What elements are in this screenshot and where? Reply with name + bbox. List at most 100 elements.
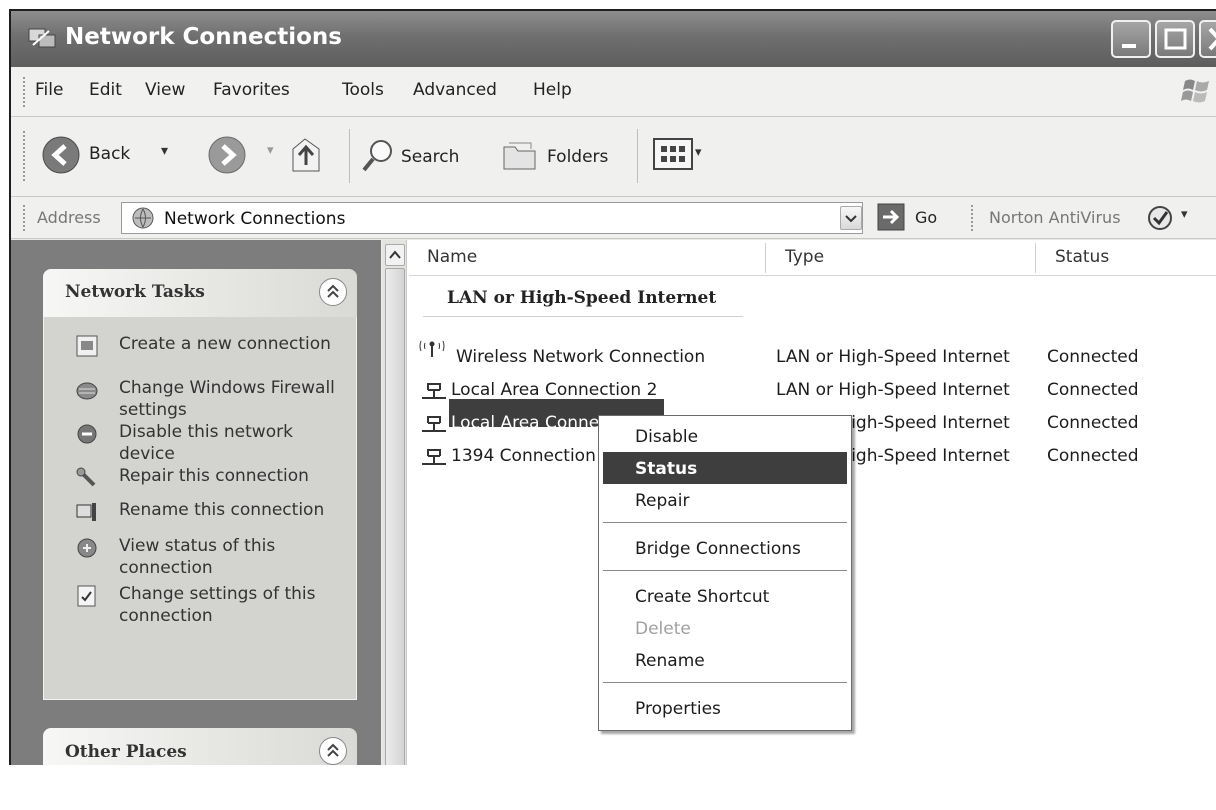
column-header-name[interactable]: Name xyxy=(427,247,477,267)
menu-edit[interactable]: Edit xyxy=(89,80,122,100)
menu-item-repair[interactable]: Repair xyxy=(599,484,851,516)
menu-item-label: Delete xyxy=(635,619,691,639)
minimize-button[interactable] xyxy=(1111,20,1151,58)
maximize-button[interactable] xyxy=(1155,20,1195,58)
menu-separator xyxy=(603,682,847,683)
toolbar-separator xyxy=(349,129,350,183)
column-header-type[interactable]: Type xyxy=(785,247,824,267)
address-bar: Address Network Connections Go Norton An… xyxy=(11,197,1216,239)
menu-favorites[interactable]: Favorites xyxy=(213,80,290,100)
network-tasks-header[interactable]: Network Tasks xyxy=(43,269,357,317)
task-label: Change settings of this connection xyxy=(119,584,316,626)
row-status: Connected xyxy=(1047,413,1139,433)
back-arrow-icon xyxy=(42,136,80,174)
lan-icon xyxy=(422,416,446,432)
title-bar[interactable]: Network Connections xyxy=(11,11,1216,67)
network-tasks-title: Network Tasks xyxy=(65,282,205,302)
menu-bar: File Edit View Favorites Tools Advanced … xyxy=(11,67,1216,117)
context-menu: Disable Status Repair Bridge Connections… xyxy=(598,415,852,731)
chevron-down-icon xyxy=(845,215,857,223)
windows-logo-icon xyxy=(1181,79,1209,103)
go-button[interactable]: Go xyxy=(877,203,953,233)
views-button[interactable]: ▾ xyxy=(653,137,713,175)
menu-item-label: Bridge Connections xyxy=(635,539,801,559)
chevron-up-double-icon xyxy=(327,743,339,757)
close-button[interactable] xyxy=(1199,20,1216,58)
rename-icon xyxy=(76,503,96,521)
new-connection-icon xyxy=(76,335,98,357)
chevron-up-double-icon xyxy=(327,284,339,298)
row-name: 1394 Connection xyxy=(451,446,596,466)
task-label: Rename this connection xyxy=(119,500,325,520)
menu-item-label: Properties xyxy=(635,699,721,719)
menu-help[interactable]: Help xyxy=(533,80,572,100)
vertical-scrollbar[interactable] xyxy=(383,240,407,765)
norton-antivirus-label[interactable]: Norton AntiVirus xyxy=(989,208,1121,227)
norton-dropdown-icon[interactable]: ▾ xyxy=(1181,207,1188,222)
chevron-up-icon xyxy=(389,250,401,259)
back-button[interactable]: Back ▾ xyxy=(39,133,199,179)
menu-item-label: Repair xyxy=(635,491,690,511)
address-value: Network Connections xyxy=(164,209,346,229)
addressbar-grip[interactable] xyxy=(23,205,26,231)
network-tasks-panel: Create a new connection Change Windows F… xyxy=(43,317,357,700)
search-label: Search xyxy=(401,147,460,167)
disable-device-icon xyxy=(77,424,97,444)
standard-toolbar: Back ▾ ▾ Search Folders ▾ xyxy=(11,117,1216,197)
menubar-grip[interactable] xyxy=(23,77,26,107)
wireless-icon xyxy=(419,340,445,357)
header-divider xyxy=(409,275,1216,276)
collapse-network-tasks-button[interactable] xyxy=(319,278,347,306)
back-dropdown-icon[interactable]: ▾ xyxy=(161,143,168,159)
row-status: Connected xyxy=(1047,380,1139,400)
menu-item-create-shortcut[interactable]: Create Shortcut xyxy=(599,580,851,612)
folders-icon xyxy=(503,142,536,170)
row-status: Connected xyxy=(1047,446,1139,466)
menu-tools[interactable]: Tools xyxy=(342,80,384,100)
go-arrow-icon xyxy=(877,203,905,231)
scrollbar-thumb[interactable] xyxy=(385,268,405,765)
back-label: Back xyxy=(89,144,131,164)
address-field[interactable]: Network Connections xyxy=(121,202,863,234)
folders-button[interactable]: Folders xyxy=(501,135,625,177)
menu-item-status[interactable]: Status xyxy=(603,452,847,484)
menu-item-disable[interactable]: Disable xyxy=(599,420,851,452)
other-places-header[interactable]: Other Places xyxy=(43,728,357,765)
task-pane: Network Tasks Create a new connection Ch… xyxy=(11,240,381,765)
menu-item-bridge-connections[interactable]: Bridge Connections xyxy=(599,532,851,564)
row-type: LAN or High-Speed Internet xyxy=(776,380,1010,400)
repair-icon xyxy=(76,467,96,487)
task-label: Change Windows Firewall settings xyxy=(119,378,335,420)
row-name: Wireless Network Connection xyxy=(456,347,706,367)
search-button[interactable]: Search xyxy=(361,135,479,177)
views-icon xyxy=(653,138,693,170)
menu-item-rename[interactable]: Rename xyxy=(599,644,851,676)
column-divider[interactable] xyxy=(1035,243,1036,273)
task-label: Disable this network device xyxy=(119,422,293,464)
menu-file[interactable]: File xyxy=(35,80,63,100)
status-icon xyxy=(77,538,97,558)
menu-item-label: Status xyxy=(635,459,698,479)
search-icon xyxy=(362,140,392,172)
column-header-status[interactable]: Status xyxy=(1055,247,1109,267)
address-dropdown-button[interactable] xyxy=(840,206,862,230)
column-divider[interactable] xyxy=(765,243,766,273)
menu-item-delete: Delete xyxy=(599,612,851,644)
menu-item-properties[interactable]: Properties xyxy=(599,692,851,724)
menu-advanced[interactable]: Advanced xyxy=(413,80,497,100)
views-dropdown-icon: ▾ xyxy=(695,145,702,160)
up-folder-button[interactable] xyxy=(289,135,327,175)
forward-dropdown-icon[interactable]: ▾ xyxy=(267,143,274,158)
settings-icon xyxy=(77,585,96,607)
norton-grip[interactable] xyxy=(971,205,974,231)
menu-item-label: Rename xyxy=(635,651,705,671)
toolbar-grip[interactable] xyxy=(23,131,26,181)
scroll-up-button[interactable] xyxy=(385,244,405,266)
menu-view[interactable]: View xyxy=(145,80,185,100)
other-places-title: Other Places xyxy=(65,742,187,762)
collapse-other-places-button[interactable] xyxy=(319,737,347,765)
task-label: Repair this connection xyxy=(119,466,309,486)
norton-antivirus-icon[interactable] xyxy=(1147,205,1173,231)
forward-button[interactable] xyxy=(207,135,247,175)
folders-label: Folders xyxy=(547,147,609,167)
